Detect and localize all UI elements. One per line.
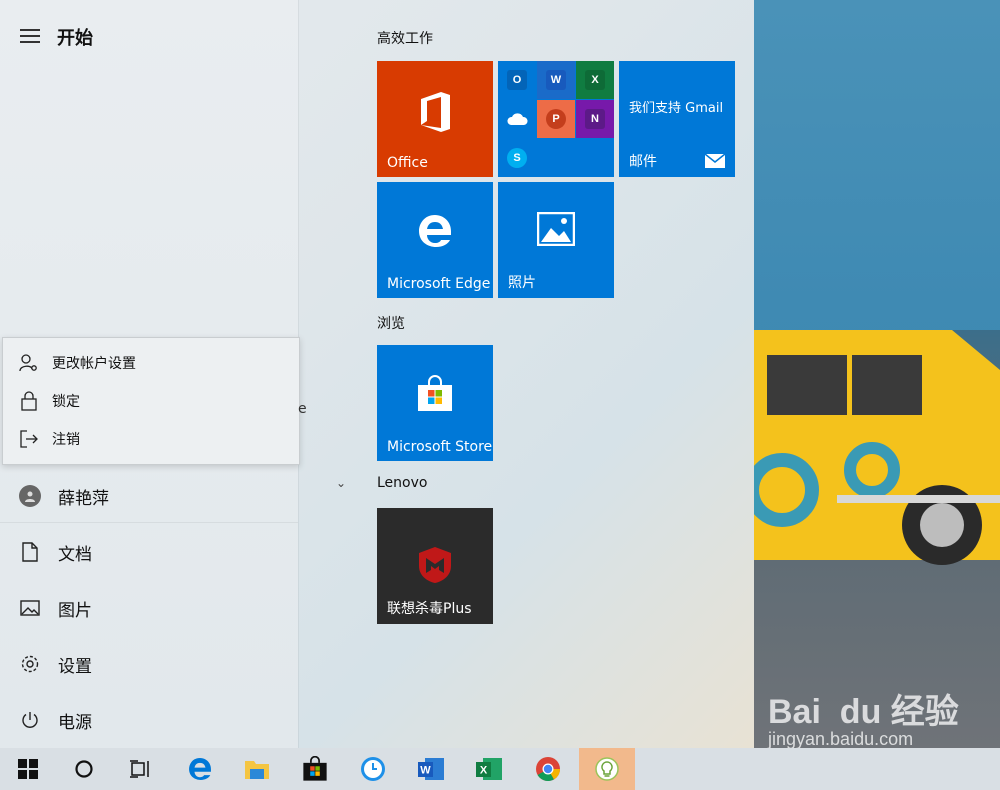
rail-pictures-label: 图片: [58, 600, 92, 621]
start-title: 开始: [57, 28, 93, 49]
tile-office[interactable]: Office: [377, 61, 493, 177]
windows-start-icon[interactable]: [0, 748, 56, 790]
edge-icon[interactable]: [172, 748, 228, 790]
rail-user-account[interactable]: 薛艳萍: [0, 471, 298, 521]
sign-out-item[interactable]: 注销: [3, 420, 299, 458]
gear-icon: [19, 653, 41, 675]
rail-documents-label: 文档: [58, 544, 92, 565]
rail-power[interactable]: 电源: [0, 695, 298, 745]
onenote-mini-icon: N: [576, 100, 614, 138]
chrome-icon[interactable]: [520, 748, 576, 790]
cortana-icon[interactable]: [56, 748, 112, 790]
outlook-mini-icon: O: [498, 61, 536, 99]
tile-lenovo-antivirus-label: 联想杀毒Plus: [387, 601, 472, 617]
rail-pictures[interactable]: 图片: [0, 583, 298, 633]
account-flyout: 更改帐户设置 锁定 注销: [2, 337, 300, 465]
tile-store-label: Microsoft Store: [387, 439, 493, 455]
rail-divider: [0, 522, 298, 523]
photos-icon: [498, 212, 614, 246]
store-bag-icon: [377, 375, 493, 413]
hamburger-icon[interactable]: [20, 29, 40, 43]
onedrive-mini-icon: [498, 100, 536, 138]
power-icon: [19, 709, 41, 731]
baidu-watermark: Bai du 经验 jingyan.baidu.com: [768, 684, 968, 749]
lock-icon: [19, 391, 39, 411]
group-title-lenovo: Lenovo: [377, 475, 428, 491]
user-avatar-icon: [19, 485, 41, 507]
clock-app-icon[interactable]: [345, 748, 401, 790]
excel-icon[interactable]: X: [461, 748, 517, 790]
mcafee-shield-icon: [377, 546, 493, 584]
chevron-down-icon[interactable]: ⌄: [336, 476, 346, 490]
mail-envelope-icon: [705, 154, 725, 168]
tile-photos-label: 照片: [508, 275, 536, 291]
document-icon: [19, 541, 41, 563]
group-title-browse: 浏览: [377, 316, 405, 332]
store-icon[interactable]: [287, 748, 343, 790]
user-name: 薛艳萍: [58, 488, 109, 509]
lock-item[interactable]: 锁定: [3, 382, 299, 420]
start-menu: 开始 薛艳萍 文档 图片 设置 电源 更改帐户设置 锁定 注销 e ⌄ 高效工作…: [0, 0, 754, 748]
tile-photos[interactable]: 照片: [498, 182, 614, 298]
tile-lenovo-antivirus[interactable]: 联想杀毒Plus: [377, 508, 493, 624]
edge-logo-icon: [377, 212, 493, 250]
file-explorer-icon[interactable]: [229, 748, 285, 790]
office-icon: [377, 91, 493, 133]
sign-out-icon: [19, 429, 39, 449]
svg-text:X: X: [480, 765, 488, 777]
tile-microsoft-store[interactable]: Microsoft Store: [377, 345, 493, 461]
tile-office-label: Office: [387, 155, 428, 171]
lightbulb-app-icon[interactable]: [579, 748, 635, 790]
tile-edge-label: Microsoft Edge: [387, 276, 491, 292]
tile-office-apps-folder[interactable]: O W X P N S: [498, 61, 614, 177]
change-account-settings-label: 更改帐户设置: [52, 356, 136, 372]
tile-mail-label: 邮件: [629, 154, 657, 170]
account-settings-icon: [19, 353, 39, 373]
group-title-productivity: 高效工作: [377, 31, 433, 47]
app-list-partial-text: e: [298, 401, 307, 417]
rail-settings-label: 设置: [58, 656, 92, 677]
tile-microsoft-edge[interactable]: Microsoft Edge: [377, 182, 493, 298]
excel-mini-icon: X: [576, 61, 614, 99]
tile-mail-gmail-text: 我们支持 Gmail: [629, 101, 724, 116]
sign-out-label: 注销: [52, 432, 80, 448]
yellow-car-image: [752, 330, 1000, 565]
watermark-main: Bai du 经验: [768, 693, 959, 731]
change-account-settings-item[interactable]: 更改帐户设置: [3, 344, 299, 382]
rail-power-label: 电源: [58, 712, 92, 733]
taskbar: W X: [0, 748, 1000, 790]
task-view-icon[interactable]: [112, 748, 168, 790]
lock-label: 锁定: [52, 394, 80, 410]
skype-mini-icon: S: [498, 139, 536, 177]
powerpoint-mini-icon: P: [537, 100, 575, 138]
rail-settings[interactable]: 设置: [0, 639, 298, 689]
tile-mail[interactable]: 我们支持 Gmail 邮件: [619, 61, 735, 177]
picture-icon: [19, 597, 41, 619]
rail-documents[interactable]: 文档: [0, 527, 298, 577]
word-icon[interactable]: W: [403, 748, 459, 790]
word-mini-icon: W: [537, 61, 575, 99]
svg-text:W: W: [420, 765, 431, 777]
